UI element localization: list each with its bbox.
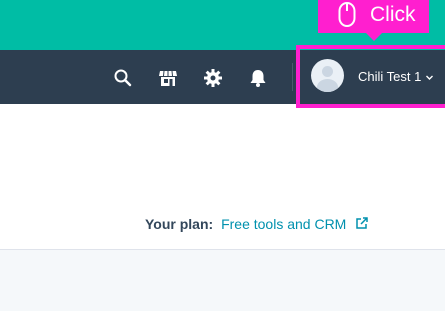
settings-gear-icon[interactable]	[203, 68, 223, 88]
external-link-icon[interactable]	[355, 217, 368, 230]
notifications-bell-icon[interactable]	[248, 68, 268, 88]
plan-row: Your plan: Free tools and CRM	[145, 215, 368, 233]
callout-pointer	[366, 33, 382, 41]
mouse-icon	[338, 1, 356, 28]
lower-panel	[0, 250, 445, 311]
plan-link[interactable]: Free tools and CRM	[221, 216, 346, 232]
plan-label: Your plan:	[145, 216, 214, 232]
search-icon[interactable]	[113, 68, 133, 88]
click-label: Click	[370, 3, 416, 26]
account-menu-highlight	[296, 45, 445, 108]
marketplace-icon[interactable]	[158, 68, 178, 88]
navbar-divider	[292, 63, 293, 91]
